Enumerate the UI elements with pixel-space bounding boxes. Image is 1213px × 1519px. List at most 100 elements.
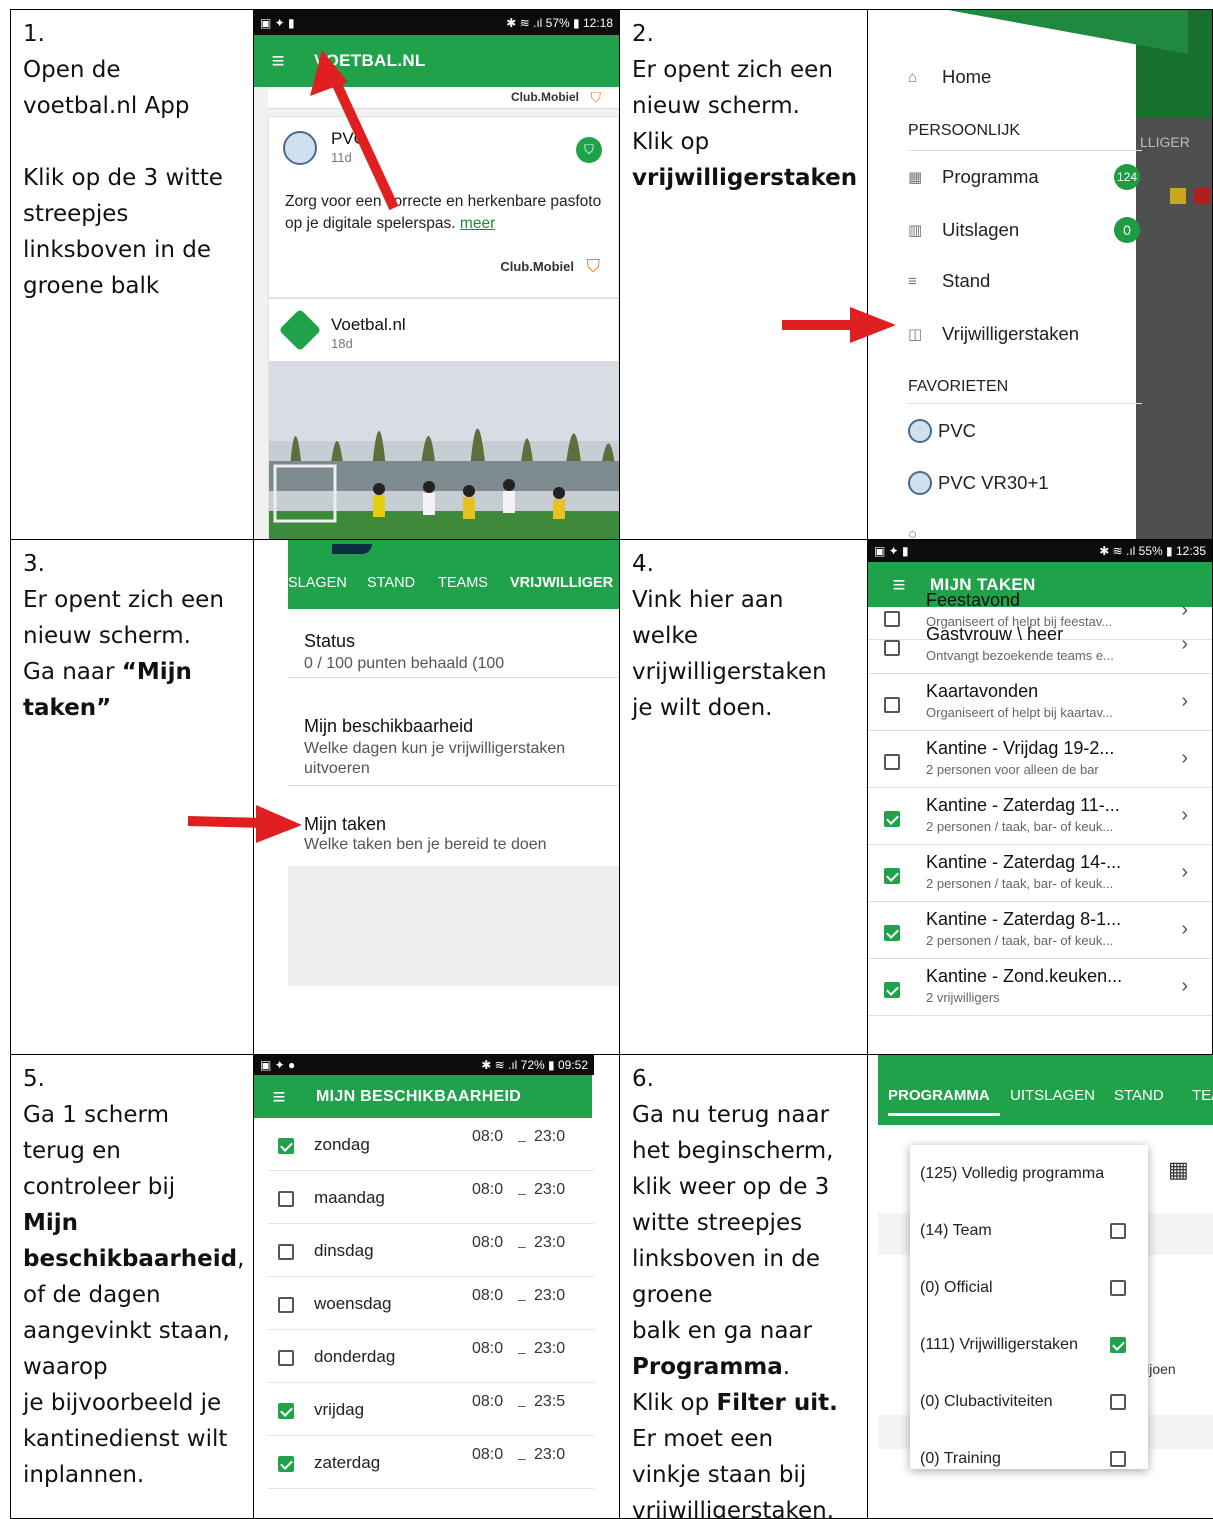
day-checkbox[interactable]	[278, 1456, 294, 1472]
task-checkbox[interactable]	[884, 754, 900, 770]
filter-checkbox[interactable]	[1110, 1223, 1126, 1239]
step1-screenshot: ▣ ✦ ▮ ✱ ≋ .ıl 57% ▮ 12:18 ≡ VOETBAL.NL C…	[253, 9, 620, 540]
day-row[interactable]: dinsdag 08:0–23:0	[268, 1224, 594, 1277]
filter-option[interactable]: (111) Vrijwilligerstaken	[910, 1316, 1148, 1373]
menu-item-stand[interactable]: ≡ Stand	[908, 270, 990, 292]
day-row[interactable]: vrijdag 08:0–23:5	[268, 1383, 594, 1436]
time-from[interactable]: 08:0	[472, 1287, 503, 1305]
filter-checkbox[interactable]	[1110, 1280, 1126, 1296]
menu-item-uitslagen[interactable]: ▥ Uitslagen 0	[908, 217, 1142, 243]
post-more-link[interactable]: meer	[460, 215, 495, 232]
filter-checkbox[interactable]	[1110, 1394, 1126, 1410]
filter-option[interactable]: (0) Training	[910, 1430, 1148, 1487]
day-row[interactable]: maandag 08:0–23:0	[268, 1171, 594, 1224]
day-checkbox[interactable]	[278, 1350, 294, 1366]
task-row[interactable]: Kantine - Zond.keuken... 2 vrijwilligers ›	[868, 959, 1212, 1016]
tab-stand[interactable]: STAND	[1114, 1087, 1164, 1104]
task-checkbox[interactable]	[884, 868, 900, 884]
task-checkbox[interactable]	[884, 811, 900, 827]
day-checkbox[interactable]	[278, 1297, 294, 1313]
search-icon[interactable]: ○	[908, 526, 917, 539]
task-row[interactable]: Kaartavonden Organiseert of helpt bij kaa…	[868, 674, 1212, 731]
filter-checkbox[interactable]	[1110, 1451, 1126, 1467]
tab-teams[interactable]: TEA	[1192, 1087, 1213, 1104]
day-row[interactable]: zondag 08:0–23:0	[268, 1118, 594, 1171]
task-row[interactable]: Kantine - Zaterdag 14-... 2 personen / ta…	[868, 845, 1212, 902]
task-subtitle: Organiseert of helpt bij kaartav...	[926, 705, 1113, 720]
tab-uitslagen[interactable]: SLAGEN	[288, 575, 347, 591]
filter-option[interactable]: (14) Team	[910, 1202, 1148, 1259]
day-checkbox[interactable]	[278, 1244, 294, 1260]
list-item-status[interactable]: Status 0 / 100 punten behaald (100	[288, 609, 619, 678]
step6-after-0: Er moet een	[632, 1426, 774, 1452]
step5-text-cell: 5. Ga 1 scherm terug en controleer bij Mijn b…	[10, 1054, 254, 1519]
task-row[interactable]: Kantine - Zaterdag 8-1... 2 personen / ta…	[868, 902, 1212, 959]
time-from[interactable]: 08:0	[472, 1181, 503, 1199]
list-icon: ≡	[908, 272, 917, 290]
task-row[interactable]: Kantine - Zaterdag 11-... 2 personen / ta…	[868, 788, 1212, 845]
step1-line-0: 1.	[23, 21, 45, 47]
task-checkbox[interactable]	[884, 697, 900, 713]
day-checkbox[interactable]	[278, 1138, 294, 1154]
fav-item-pvc[interactable]: PVC	[908, 419, 976, 443]
time-from[interactable]: 08:0	[472, 1234, 503, 1252]
step2-text-cell: 2. Er opent zich een nieuw scherm. Klik op v…	[619, 9, 868, 540]
status-icons: ▣ ✦ ▮	[260, 15, 295, 30]
task-checkbox[interactable]	[884, 982, 900, 998]
time-to[interactable]: 23:0	[534, 1340, 565, 1358]
programma-badge: 124	[1114, 164, 1140, 190]
home-icon: ⌂	[908, 68, 918, 86]
time-from[interactable]: 08:0	[472, 1340, 503, 1358]
task-row[interactable]: Gastvrouw \ heer Ontvangt bezoekende team…	[868, 617, 1212, 674]
time-to[interactable]: 23:0	[534, 1446, 565, 1464]
pvc-logo-icon	[908, 471, 932, 495]
time-to[interactable]: 23:0	[534, 1181, 565, 1199]
tab-vrijwilliger[interactable]: VRIJWILLIGER	[510, 575, 613, 591]
filter-option[interactable]: (0) Clubactiviteiten	[910, 1373, 1148, 1430]
time-from[interactable]: 08:0	[472, 1128, 503, 1146]
tab-stand[interactable]: STAND	[367, 575, 415, 591]
list-item-mijn-taken[interactable]: Mijn taken Welke taken ben je bereid te …	[288, 786, 619, 859]
menu-item-programma[interactable]: ▦ Programma 124	[908, 164, 1142, 190]
task-subtitle: 2 personen / taak, bar- of keuk...	[926, 819, 1114, 834]
time-to[interactable]: 23:0	[534, 1234, 565, 1252]
time-separator: –	[518, 1397, 526, 1413]
step5-after-1: aangevinkt staan,	[23, 1318, 230, 1344]
hamburger-menu-icon[interactable]: ≡	[254, 1084, 304, 1110]
calendar-refresh-icon[interactable]: ▦	[1168, 1157, 1189, 1183]
day-row[interactable]: woensdag 08:0–23:0	[268, 1277, 594, 1330]
filter-option[interactable]: (125) Volledig programma	[910, 1145, 1148, 1202]
step4-screenshot: ▣ ✦ ▮ ✱ ≋ .ıl 55% ▮ 12:35 ≡ MIJN TAKEN F…	[867, 539, 1213, 1055]
step6-screenshot: PROGRAMMA UITSLAGEN STAND TEA ▦ viljoen …	[867, 1054, 1213, 1519]
time-to[interactable]: 23:0	[534, 1128, 565, 1146]
dot: .	[782, 1354, 791, 1380]
time-to[interactable]: 23:5	[534, 1393, 565, 1411]
day-row[interactable]: donderdag 08:0–23:0	[268, 1330, 594, 1383]
time-to[interactable]: 23:0	[534, 1287, 565, 1305]
task-checkbox[interactable]	[884, 640, 900, 656]
time-from[interactable]: 08:0	[472, 1393, 503, 1411]
time-from[interactable]: 08:0	[472, 1446, 503, 1464]
tab-uitslagen[interactable]: UITSLAGEN	[1010, 1087, 1095, 1104]
fav-item-pvc-vr30[interactable]: PVC VR30+1	[908, 471, 1049, 495]
filter-option[interactable]: (0) Official	[910, 1259, 1148, 1316]
tab-teams[interactable]: TEAMS	[438, 575, 488, 591]
football-photo	[269, 361, 619, 539]
step1-line-4: Klik op de 3 witte	[23, 165, 223, 191]
klik-op: Klik op	[632, 1390, 717, 1416]
filter-checkbox[interactable]	[1110, 1337, 1126, 1353]
day-checkbox[interactable]	[278, 1403, 294, 1419]
menu-item-home[interactable]: ⌂ Home	[908, 66, 991, 88]
hamburger-menu-icon[interactable]: ≡	[254, 48, 302, 74]
step3-line-2: nieuw scherm.	[23, 623, 191, 649]
step5-after-3: je bijvoorbeeld je	[23, 1390, 222, 1416]
step4-line-0: 4.	[632, 551, 654, 577]
tab-programma[interactable]: PROGRAMMA	[888, 1087, 990, 1104]
list-item-beschikbaarheid[interactable]: Mijn beschikbaarheid Welke dagen kun je …	[288, 678, 619, 786]
step4-line-1: Vink hier aan	[632, 587, 784, 613]
task-row[interactable]: Kantine - Vrijdag 19-2... 2 personen voor…	[868, 731, 1212, 788]
menu-item-vrijwilligerstaken[interactable]: ◫ Vrijwilligerstaken	[908, 323, 1079, 345]
day-checkbox[interactable]	[278, 1191, 294, 1207]
task-checkbox[interactable]	[884, 925, 900, 941]
day-row[interactable]: zaterdag 08:0–23:0	[268, 1436, 594, 1489]
